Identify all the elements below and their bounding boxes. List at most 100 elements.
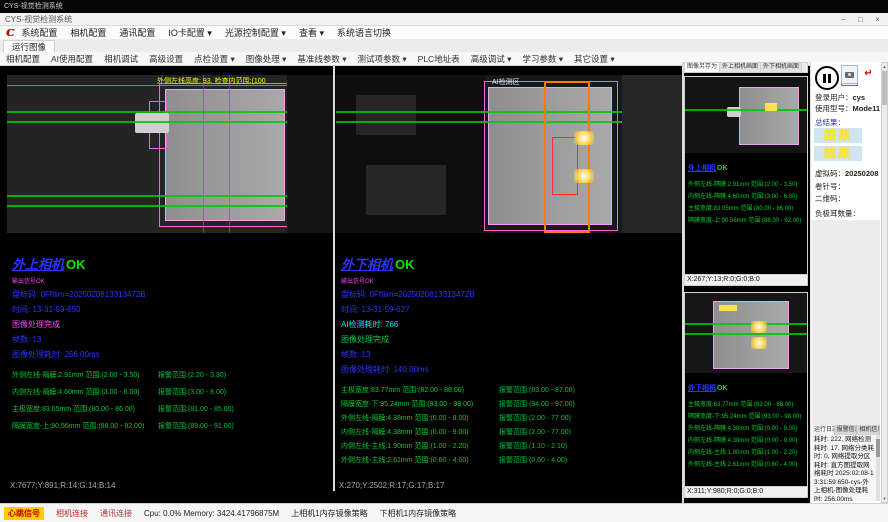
model-label: 使用型号：: [815, 104, 853, 113]
time-line: 时间: 13-31-59-627: [341, 304, 680, 315]
toolbar-item[interactable]: 相机配置: [6, 53, 40, 65]
return-arrow-icon: ↵: [864, 68, 872, 79]
toolbar-item[interactable]: 其它设置 ▾: [574, 53, 615, 65]
defect-box: [552, 137, 578, 195]
mini-camera-panel-lower: 外下相机OK 主极宽度:83.77mm 范围:(82.00 - 88.00)隔膜…: [684, 292, 808, 498]
log-tab[interactable]: 相机信息: [857, 425, 880, 435]
log-tabs: 运行日志报警信息相机信息: [812, 425, 880, 435]
mini-measurement-list: 主极宽度:83.77mm 范围:(82.00 - 88.00)隔膜宽度-下:95…: [688, 399, 806, 468]
toolbar-item[interactable]: 高级设置: [149, 53, 183, 65]
camera-snapshot-button[interactable]: [841, 65, 858, 84]
measurement-row: 内侧左线-隔膜:4.60mm 范围:(3.00 - 6.00)报警范围:(3.0…: [12, 387, 331, 397]
scroll-up-icon[interactable]: ▲: [882, 63, 887, 70]
highlight-glow: [751, 337, 767, 349]
measurement-row: 主极宽度:83.05mm 范围:(80.00 - 86.00): [688, 203, 806, 212]
menu-item[interactable]: 通讯配置: [119, 26, 155, 39]
toolbar-item[interactable]: PLC地址表: [418, 53, 460, 65]
frame-count: 帧数: 13: [12, 334, 331, 345]
mini-camera-image-lower[interactable]: [685, 293, 807, 373]
qr-row: 二维码：: [815, 193, 845, 204]
minimize-button[interactable]: −: [835, 13, 852, 26]
maximize-button[interactable]: □: [852, 13, 869, 26]
measure-line: [7, 121, 333, 123]
menu-item[interactable]: IO卡配置 ▾: [168, 26, 212, 39]
virtual-code-row: 虚拟码：20250208: [815, 168, 878, 179]
pixel-coords-readout: X:7677;Y:891;R:14;G:14;B:14: [10, 481, 115, 490]
login-user-value: cys: [853, 93, 866, 102]
panel-divider: [333, 66, 335, 491]
menu-item[interactable]: 系统语言切换: [337, 26, 391, 39]
close-button[interactable]: ×: [869, 13, 886, 26]
result-badge-2: 结果: [814, 146, 862, 161]
measure-line-vertical: [229, 75, 230, 233]
log-scrollbar[interactable]: [876, 435, 880, 501]
desktop-title-strip: CYS-视觉检测系统: [0, 0, 888, 13]
toolbar-item[interactable]: 学习参数 ▾: [522, 53, 563, 65]
camera-icon: [845, 72, 854, 78]
mini-result-text: 外上相机OK 外侧左线-隔膜:2.91mm 范围:(2.00 - 3.50)内侧…: [688, 157, 806, 227]
toolbar-item[interactable]: 相机调试: [104, 53, 138, 65]
camera-image-lower[interactable]: AI检测区: [336, 75, 682, 233]
status-bar: 心跳信号 相机连接 通讯连接 Cpu: 0.0% Memory: 3424.41…: [0, 503, 888, 522]
pause-button[interactable]: [815, 66, 839, 90]
measurement-list: 外侧左线-隔膜:2.91mm 范围:(2.00 - 3.50)报警范围:(2.2…: [12, 370, 331, 431]
menu-item[interactable]: 相机配置: [70, 26, 106, 39]
sidebar-scrollbar[interactable]: ▲ ▼: [881, 62, 888, 503]
menu-item[interactable]: 光源控制配置 ▾: [225, 26, 286, 39]
toolbar-item[interactable]: 点检设置 ▾: [194, 53, 235, 65]
toolbar-item[interactable]: 测试项参数 ▾: [358, 53, 407, 65]
toolbar-item[interactable]: 基准线参数 ▾: [297, 53, 346, 65]
camera-connection-status: 相机连接: [56, 508, 88, 519]
mini-panel-tab[interactable]: 外下相机画面: [761, 63, 802, 72]
scroll-thumb[interactable]: [882, 71, 887, 105]
image-shade: [287, 75, 333, 233]
machine-block: [356, 95, 416, 135]
process-status: 图像处理完成: [341, 334, 680, 345]
measure-line: [7, 205, 333, 207]
menu-item[interactable]: 查看 ▾: [299, 26, 324, 39]
upper-camera-strategy: 上相机1内存镜像策略: [291, 508, 367, 519]
measurement-row: 内侧左线-隔膜:4.38mm 范围:(0.00 - 9.00)报警范围:(2.0…: [341, 427, 680, 437]
toolbar-item[interactable]: AI使用配置: [51, 53, 93, 65]
overlay-text: 外侧左线高度: 93. 检查内范围:(100: [157, 76, 266, 86]
model-value: Mode11: [853, 104, 881, 113]
product-region: [739, 87, 799, 145]
mini-panel-tab[interactable]: 图像另存为: [685, 63, 720, 72]
measurement-list: 主极宽度:83.77mm 范围:(82.00 - 88.00)报警范围:(83.…: [341, 385, 680, 465]
overlay-marker: [765, 103, 777, 111]
measurement-row: 内侧左线-隔膜:4.60mm 范围:(3.00 - 6.00): [688, 191, 806, 200]
machine-block: [366, 165, 446, 215]
measurement-row: 隔膜宽度-下:95.24mm 范围:(93.00 - 98.00): [688, 411, 806, 420]
ai-region-label: AI检测区: [492, 77, 520, 87]
status-ok: OK: [66, 257, 86, 272]
camera-panel-lower: AI检测区 外下相机OK 输出信号OK 盘标码: 0FfIlim=2025020…: [336, 66, 682, 491]
measure-line: [685, 333, 807, 335]
sub-status: 输出信号OK: [341, 276, 680, 285]
highlight-glow: [751, 321, 767, 333]
scroll-down-icon[interactable]: ▼: [882, 495, 887, 502]
mini-panel-tab[interactable]: 外上相机画面: [720, 63, 761, 72]
elapsed-time: 图像处理耗时: 256.00ms: [12, 349, 331, 360]
overlay-marker: [719, 305, 737, 311]
menu-item[interactable]: 系统配置: [21, 26, 57, 39]
title-bar: CYS-视觉检测系统 − □ ×: [0, 13, 888, 26]
toolbar-item[interactable]: 图像处理 ▾: [246, 53, 287, 65]
return-button[interactable]: ↵: [861, 65, 876, 82]
measure-line: [336, 111, 636, 113]
product-region: [165, 89, 285, 221]
toolbar-item[interactable]: 高级调试 ▾: [471, 53, 512, 65]
log-tab[interactable]: 报警信息: [835, 425, 858, 435]
machine-block: [622, 75, 682, 233]
measurement-row: 内侧左线-主线:1.90mm 范围:(1.00 - 2.20)报警范围:(1.1…: [341, 441, 680, 451]
camera-image-upper[interactable]: 外侧左线高度: 93. 检查内范围:(100: [7, 75, 333, 233]
elapsed-time: 图像处理耗时: 140.00ms: [341, 364, 680, 375]
result-badge-1: 结果: [814, 128, 862, 143]
log-tab[interactable]: 运行日志: [812, 425, 835, 435]
mini-camera-image-upper[interactable]: [685, 77, 807, 153]
product-region: [713, 301, 789, 369]
main-area: 外侧左线高度: 93. 检查内范围:(100 外上相机OK 输出信号OK 盘标码…: [0, 66, 888, 503]
total-result-label: 总结果：: [815, 117, 845, 128]
measurement-row: 外侧左线-隔膜:2.91mm 范围:(2.00 - 3.50): [688, 179, 806, 188]
barcode-line: 盘标码: 0FfIlim=2025020813313472B: [341, 289, 680, 300]
mini-camera-panel-upper: 外上相机OK 外侧左线-隔膜:2.91mm 范围:(2.00 - 3.50)内侧…: [684, 76, 808, 286]
